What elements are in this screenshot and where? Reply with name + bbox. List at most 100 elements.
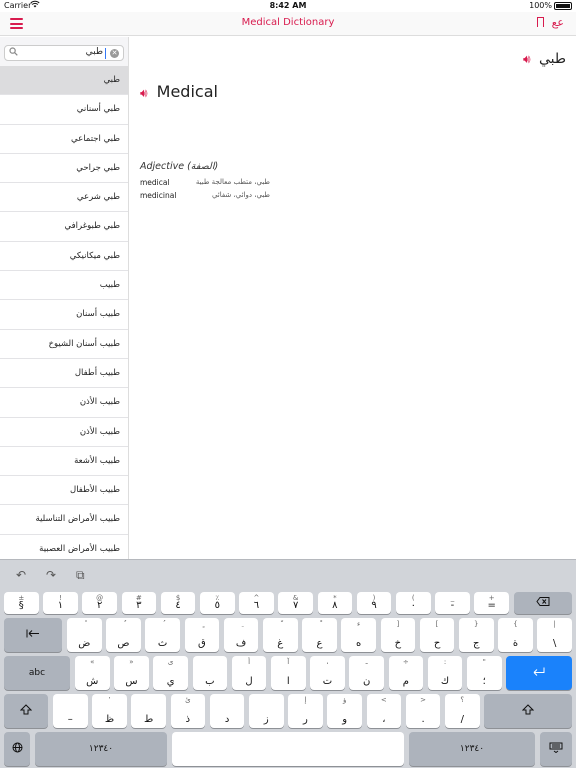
hide-keyboard-key[interactable] <box>540 732 572 766</box>
key[interactable]: :ك <box>427 656 463 690</box>
abc-key[interactable]: abc <box>4 656 70 690</box>
key-primary: د <box>224 714 230 725</box>
key-secondary: ئ <box>185 696 191 704</box>
key[interactable]: د <box>209 694 245 728</box>
list-item[interactable]: طبي ميكانيكي <box>0 241 128 272</box>
shift-key[interactable] <box>4 694 48 728</box>
key-primary: ٤ <box>175 600 181 611</box>
key[interactable]: ) ٩ <box>356 592 392 614</box>
key[interactable]: ^ ٦ <box>239 592 274 614</box>
globe-key[interactable] <box>4 732 30 766</box>
speaker-icon[interactable]: 🔊︎ <box>140 86 148 100</box>
key[interactable]: ُث <box>145 618 180 652</box>
key[interactable]: $٤ <box>160 592 196 614</box>
key[interactable]: ٌص <box>106 618 141 652</box>
search-input[interactable]: طبي ✕ <box>4 45 124 61</box>
list-item[interactable]: طبي <box>0 66 128 96</box>
headword-arabic: طبي 🔊︎ <box>523 51 566 67</box>
key-primary: = <box>487 600 496 611</box>
list-item[interactable]: طبيب أطفال <box>0 358 128 389</box>
key[interactable]: – <box>53 694 88 728</box>
sense-english: medicinal <box>140 191 177 200</box>
key[interactable]: ] خ <box>380 618 416 652</box>
key[interactable]: ٪ ٥ <box>200 592 235 614</box>
key[interactable]: ًض <box>67 618 102 652</box>
key[interactable]: >. <box>405 694 441 728</box>
key-primary: س <box>125 676 138 687</box>
speaker-icon[interactable]: 🔊︎ <box>523 52 531 66</box>
key[interactable]: ± § <box>4 592 39 614</box>
key[interactable]: ’ ظ <box>92 694 127 728</box>
key[interactable]: » س <box>114 656 149 690</box>
key[interactable]: إر <box>288 694 323 728</box>
list-item[interactable]: طبيب الأطفال <box>0 476 128 506</box>
key[interactable]: ّغ <box>263 618 298 652</box>
delete-key[interactable] <box>514 592 572 614</box>
key[interactable]: ىي <box>153 656 188 690</box>
undo-icon[interactable]: ↶ <box>16 568 26 582</box>
key[interactable]: ٍق <box>184 618 220 652</box>
key[interactable]: #٣ <box>121 592 157 614</box>
text-caret <box>105 48 106 59</box>
key-primary: \ <box>552 638 557 649</box>
space-bar[interactable] <box>172 732 404 766</box>
numbers-label: ١٢٣٤٠ <box>459 744 485 754</box>
tab-key[interactable] <box>4 618 62 652</box>
clear-icon[interactable]: ✕ <box>110 49 119 58</box>
key[interactable]: آا <box>271 656 306 690</box>
key[interactable]: ؟ / <box>445 694 480 728</box>
list-item[interactable]: طبي شرعي <box>0 183 128 213</box>
key[interactable]: ِف <box>223 618 259 652</box>
language-toggle[interactable]: عع <box>552 16 564 29</box>
key[interactable]: ئذ <box>170 694 206 728</box>
key-primary: ر <box>303 714 308 725</box>
key[interactable]: } ج <box>459 618 494 652</box>
list-item[interactable]: طبيب الأمراض التناسلية <box>0 505 128 535</box>
key[interactable]: {ة <box>498 618 533 652</box>
key[interactable]: ز <box>249 694 284 728</box>
list-item[interactable]: طبي طبوغرافي <box>0 212 128 242</box>
list-item[interactable]: طبيب الأذن <box>0 388 128 418</box>
return-key[interactable] <box>506 656 572 690</box>
paste-icon[interactable]: ⧉ <box>76 568 85 583</box>
list-item[interactable]: طبيب أسنان <box>0 300 128 330</box>
numbers-key[interactable]: ١٢٣٤٠ <box>409 732 535 766</box>
key[interactable]: & ٧ <box>278 592 313 614</box>
key[interactable]: (٠ <box>396 592 431 614</box>
key[interactable]: ءه <box>341 618 376 652</box>
key[interactable]: [ح <box>419 618 455 652</box>
key[interactable]: ! ١ <box>43 592 78 614</box>
list-item[interactable]: طبي اجتماعي <box>0 124 128 154</box>
key-primary: ع <box>316 638 323 649</box>
list-item[interactable]: طبيب الأذن <box>0 417 128 447</box>
key[interactable]: ب <box>192 656 228 690</box>
bookmark-icon[interactable] <box>537 17 545 28</box>
shift-key[interactable] <box>484 694 572 728</box>
list-item[interactable]: طبيب أسنان الشيوخ <box>0 329 128 359</box>
key[interactable]: + = <box>474 592 509 614</box>
list-item[interactable]: طبي أسناني <box>0 95 128 125</box>
key[interactable]: ـن <box>349 656 384 690</box>
part-of-speech: Adjective (الصفة) <box>140 161 219 172</box>
key[interactable]: أل <box>231 656 267 690</box>
list-item[interactable]: طبيب <box>0 271 128 301</box>
key[interactable]: ؤو <box>327 694 362 728</box>
key[interactable]: ط <box>131 694 166 728</box>
key[interactable]: ÷ م <box>388 656 424 690</box>
key[interactable]: ، ت <box>310 656 345 690</box>
list-item[interactable]: طبي جراحي <box>0 153 128 184</box>
key[interactable]: " ؛ <box>467 656 502 690</box>
key[interactable]: @٢ <box>82 592 117 614</box>
key[interactable]: | \ <box>537 618 572 652</box>
key[interactable]: «ش <box>75 656 110 690</box>
redo-icon[interactable]: ↷ <box>46 568 56 582</box>
list-item[interactable]: طبيب الأمراض العصبية <box>0 534 128 559</box>
sense-english: medical <box>140 178 170 187</box>
key[interactable]: _ - <box>435 592 470 614</box>
key[interactable]: * ٨ <box>317 592 353 614</box>
list-item[interactable]: طبيب الأشعة <box>0 446 128 477</box>
numbers-key[interactable]: ١٢٣٤٠ <box>35 732 167 766</box>
key[interactable]: ْع <box>302 618 337 652</box>
keyboard-toolbar: ↶ ↷ ⧉ <box>0 560 576 588</box>
key[interactable]: < ، <box>366 694 402 728</box>
